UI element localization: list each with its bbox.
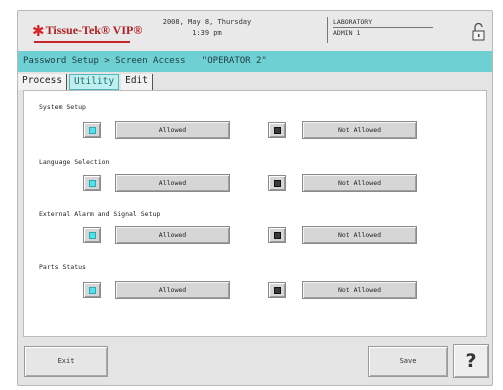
not-allowed-button-language-selection[interactable]: Not Allowed (302, 174, 417, 192)
tab-bar: Process Utility Edit (18, 74, 153, 90)
help-button[interactable]: ? (453, 344, 489, 378)
header: ✱ Tissue-Tek® VIP® 2008, May 8, Thursday… (18, 11, 492, 51)
allowed-button-language-selection[interactable]: Allowed (115, 174, 230, 192)
user-text: ADMIN 1 (333, 29, 361, 37)
unselected-square-icon (274, 127, 281, 134)
date-text: 2008, May 8, Thursday (162, 18, 252, 26)
location-text: LABORATORY (333, 18, 373, 26)
logo-text: Tissue-Tek® VIP® (45, 23, 143, 37)
not-allowed-indicator-system-setup[interactable] (268, 122, 286, 138)
section-label-parts-status: Parts Status (39, 263, 86, 271)
location-box: LABORATORY ADMIN 1 (327, 17, 447, 43)
not-allowed-indicator-external-alarm[interactable] (268, 227, 286, 243)
logo-underline (34, 41, 130, 43)
time-text: 1:39 pm (192, 29, 222, 37)
star-logo-icon: ✱ (32, 21, 45, 40)
allowed-indicator-system-setup[interactable] (83, 122, 101, 138)
tab-edit[interactable]: Edit (121, 74, 153, 90)
tab-utility[interactable]: Utility (69, 74, 120, 90)
not-allowed-button-external-alarm[interactable]: Not Allowed (302, 226, 417, 244)
allowed-button-external-alarm[interactable]: Allowed (115, 226, 230, 244)
unselected-square-icon (274, 287, 281, 294)
not-allowed-indicator-language-selection[interactable] (268, 175, 286, 191)
allowed-button-parts-status[interactable]: Allowed (115, 281, 230, 299)
selected-square-icon (89, 232, 96, 239)
save-button[interactable]: Save (368, 346, 448, 377)
selected-square-icon (89, 180, 96, 187)
breadcrumb: Password Setup > Screen Access "OPERATOR… (18, 51, 492, 72)
allowed-indicator-parts-status[interactable] (83, 282, 101, 298)
not-allowed-button-parts-status[interactable]: Not Allowed (302, 281, 417, 299)
section-label-system-setup: System Setup (39, 103, 86, 111)
unselected-square-icon (274, 180, 281, 187)
selected-square-icon (89, 127, 96, 134)
tab-process[interactable]: Process (18, 74, 68, 90)
allowed-indicator-external-alarm[interactable] (83, 227, 101, 243)
section-label-external-alarm: External Alarm and Signal Setup (39, 210, 161, 218)
datetime: 2008, May 8, Thursday 1:39 pm (162, 17, 252, 39)
app-window: ✱ Tissue-Tek® VIP® 2008, May 8, Thursday… (17, 10, 493, 386)
unlock-icon[interactable] (472, 23, 486, 41)
not-allowed-button-system-setup[interactable]: Not Allowed (302, 121, 417, 139)
selected-square-icon (89, 287, 96, 294)
allowed-indicator-language-selection[interactable] (83, 175, 101, 191)
not-allowed-indicator-parts-status[interactable] (268, 282, 286, 298)
access-panel: System Setup Allowed Not Allowed Languag… (23, 90, 487, 337)
allowed-button-system-setup[interactable]: Allowed (115, 121, 230, 139)
brand-logo: ✱ Tissue-Tek® VIP® (32, 23, 142, 38)
unselected-square-icon (274, 232, 281, 239)
exit-button[interactable]: Exit (24, 346, 108, 377)
section-label-language-selection: Language Selection (39, 158, 110, 166)
